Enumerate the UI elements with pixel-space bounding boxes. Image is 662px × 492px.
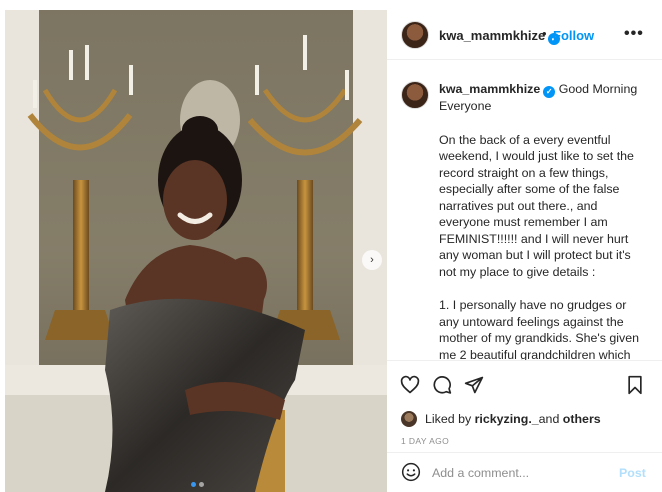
liker-username[interactable]: rickyzing._ — [475, 412, 539, 426]
comment-input[interactable] — [432, 463, 607, 483]
caption-lead: kwa_mammkhize ✓ Good Morning Everyone — [439, 81, 649, 115]
carousel-next-button[interactable]: › — [362, 250, 382, 270]
carousel-dot — [199, 482, 204, 487]
caption-paragraph-1: On the back of a every eventful weekend,… — [439, 132, 634, 279]
likes-others-link[interactable]: others — [563, 412, 601, 426]
photo-illustration — [5, 10, 387, 492]
author-avatar[interactable] — [401, 21, 429, 49]
author-username-text[interactable]: kwa_mammkhize — [439, 28, 545, 43]
comment-composer: Post — [387, 452, 662, 492]
more-options-icon[interactable]: ••• — [624, 25, 644, 43]
comment-icon[interactable] — [432, 375, 452, 395]
caption-author-avatar[interactable] — [401, 81, 429, 109]
heart-icon[interactable] — [400, 375, 420, 395]
post-photo[interactable]: › — [5, 10, 387, 492]
likes-prefix: Liked by — [425, 412, 472, 426]
post-timestamp[interactable]: 1 DAY AGO — [401, 436, 449, 446]
bookmark-icon[interactable] — [625, 375, 645, 395]
caption-paragraph-2: 1. I personally have no grudges or any u… — [439, 298, 640, 360]
post-comment-button[interactable]: Post — [619, 466, 646, 480]
liker-avatar[interactable] — [401, 411, 417, 427]
caption-author-username[interactable]: kwa_mammkhize — [439, 82, 540, 96]
caption-verified-badge-icon: ✓ — [543, 86, 556, 99]
post-details-panel: kwa_mammkhize ✓ • Follow ••• kwa_mammkhiz… — [387, 10, 662, 492]
post-caption: kwa_mammkhize ✓ Good Morning Everyone On … — [439, 81, 649, 360]
follow-button[interactable]: Follow — [553, 28, 594, 43]
post-actions: Liked by rickyzing._ and others 1 DAY AG… — [387, 360, 662, 446]
likes-summary: Liked by rickyzing._ and others — [401, 411, 601, 427]
smiley-icon[interactable] — [401, 462, 421, 482]
likes-suffix: and — [538, 412, 560, 426]
carousel-indicator — [191, 482, 204, 487]
header-separator: • — [542, 26, 547, 41]
paper-plane-icon[interactable] — [464, 375, 484, 395]
instagram-post-modal: › kwa_mammkhize ✓ • Follow ••• kwa_mammkh… — [0, 0, 662, 492]
post-header: kwa_mammkhize ✓ • Follow ••• — [387, 10, 662, 60]
caption-scroll-area[interactable]: kwa_mammkhize ✓ Good Morning Everyone On … — [387, 61, 662, 360]
carousel-dot-active — [191, 482, 196, 487]
